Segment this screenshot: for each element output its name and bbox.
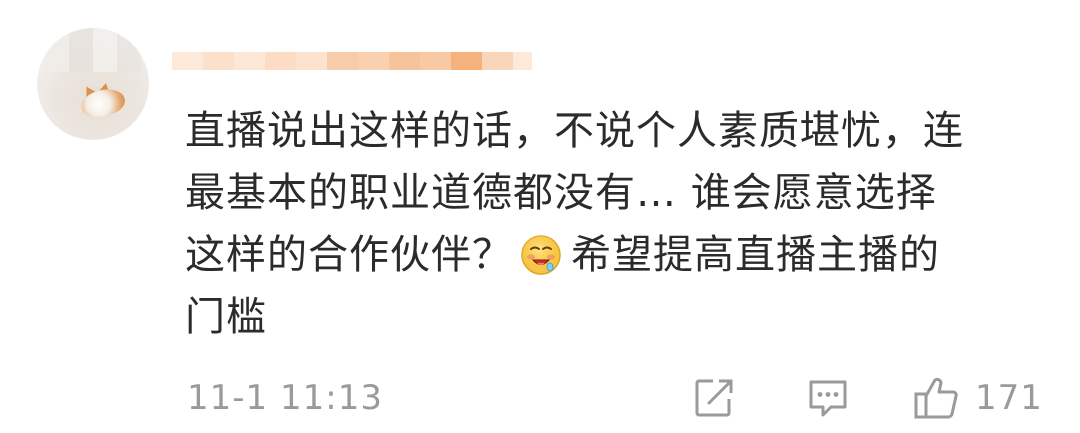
share-edit-icon: [695, 379, 733, 417]
comment-line: 这样的合作伙伴？ 希望提高直播主播的: [185, 232, 940, 278]
username-pixelated[interactable]: [172, 38, 532, 84]
comment-footer: 11-1 11:13 171: [187, 376, 1050, 428]
timestamp: 11-1 11:13: [187, 378, 383, 418]
avatar-mosaic: [45, 28, 141, 72]
like-count: 171: [975, 378, 1043, 418]
comment-bubble-icon: [809, 380, 847, 417]
comment-line: 直播说出这样的话，不说个人素质堪忧，连: [185, 108, 964, 154]
comment-line: 门槛: [185, 294, 267, 340]
reply-button[interactable]: [807, 376, 849, 420]
thumbs-up-icon: [914, 377, 958, 419]
share-button[interactable]: [693, 376, 735, 420]
like-button[interactable]: 171: [913, 376, 1043, 420]
drooling-face-emoji: [521, 235, 561, 275]
comment-line: 最基本的职业道德都没有… 谁会愿意选择: [185, 170, 937, 216]
comment-text: 直播说出这样的话，不说个人素质堪忧，连 最基本的职业道德都没有… 谁会愿意选择 …: [185, 100, 1055, 348]
avatar[interactable]: [37, 28, 149, 140]
